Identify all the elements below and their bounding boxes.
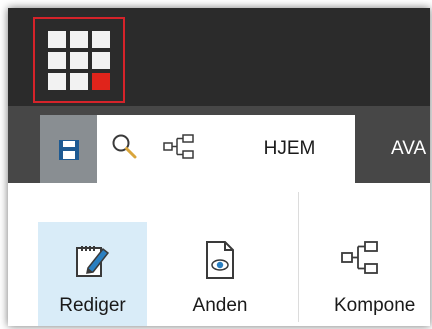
ribbon-divider — [298, 192, 299, 322]
save-button[interactable] — [40, 115, 97, 183]
other-button-label: Anden — [192, 295, 248, 316]
save-icon — [59, 140, 79, 160]
edit-button-label: Rediger — [59, 295, 126, 316]
document-view-icon — [206, 241, 234, 279]
tab-ava[interactable]: AVA — [391, 115, 426, 183]
app-launcher-button[interactable] — [33, 17, 125, 103]
tab-label: AVA — [391, 138, 427, 159]
component-tree-icon — [341, 241, 378, 274]
components-button[interactable]: Kompone — [320, 222, 430, 326]
search-button[interactable] — [107, 129, 143, 165]
other-button[interactable]: Anden — [174, 222, 266, 326]
tab-hjem[interactable]: HJEM — [224, 115, 355, 183]
tab-label: HJEM — [263, 138, 316, 159]
app-window: HJEM AVA Rediger Anden Kompone — [8, 8, 430, 326]
structure-button[interactable] — [159, 129, 199, 165]
edit-document-icon — [75, 246, 109, 277]
tree-structure-icon — [163, 134, 194, 159]
search-icon — [112, 134, 137, 159]
edit-button[interactable]: Rediger — [38, 222, 147, 326]
components-button-label: Kompone — [334, 295, 416, 316]
